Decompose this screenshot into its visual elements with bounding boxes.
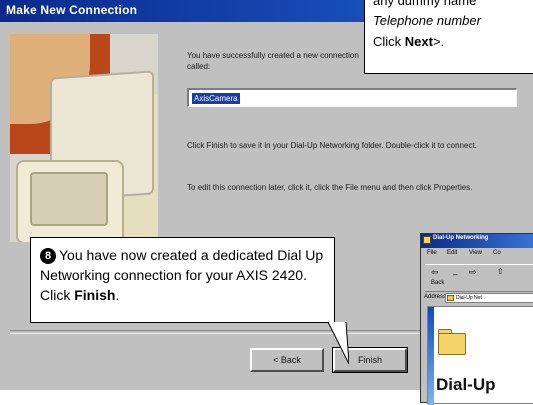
monitor-screen (30, 172, 108, 226)
dun-folder-view: Dial-Up (427, 306, 533, 405)
address-value: Dial-Up Net (456, 295, 482, 301)
button-separator (10, 330, 420, 334)
address-input[interactable]: Dial-Up Net (445, 293, 533, 303)
wizard-illustration (10, 34, 158, 242)
success-text: You have successfully created a new conn… (187, 51, 359, 71)
edit-hint-text: To edit this connection later, click it,… (187, 183, 473, 192)
dun-address-bar: Address Dial-Up Net (423, 292, 533, 304)
line3-prefix: Click (373, 34, 405, 49)
callout-pointer (327, 322, 349, 365)
forward-arrow-icon[interactable]: ⇨ (469, 267, 477, 278)
menu-edit[interactable]: Edit (447, 250, 457, 256)
connection-name-value: AxisCamera (192, 93, 240, 104)
top-instruction-line1: any dummy name (373, 0, 477, 8)
line3-suffix: >. (432, 34, 445, 49)
menu-connections[interactable]: Co (493, 250, 501, 256)
dun-menubar: File Edit View Co (421, 248, 533, 262)
connection-name-field[interactable]: AxisCamera (187, 88, 517, 107)
line3-next: Next (404, 34, 433, 49)
dial-up-networking-window: Dial-Up Networking File Edit View Co ⇦ B… (420, 233, 533, 405)
dun-titlebar: Dial-Up Networking (421, 234, 533, 248)
menu-view[interactable]: View (469, 250, 482, 256)
step-callout: 8 You have now created a dedicated Dial U… (30, 237, 335, 323)
menu-file[interactable]: File (427, 250, 437, 256)
dun-big-label: Dial-Up (436, 375, 496, 394)
dun-title: Dial-Up Networking (433, 235, 489, 241)
webview-gradient (428, 307, 434, 405)
monitor-illustration-front (16, 160, 124, 242)
back-button[interactable]: < Back (250, 348, 324, 372)
folder-small-icon (447, 295, 454, 301)
folder-icon (438, 333, 466, 355)
back-arrow-icon[interactable]: ⇦ (431, 267, 439, 278)
toolbar-separator-dash: – (453, 270, 458, 279)
step-number-badge: 8 (40, 248, 56, 264)
top-instruction-line3: Click Next>. (373, 34, 444, 49)
address-label: Address (424, 294, 447, 300)
dial-up-networking-icon (423, 236, 431, 244)
toolbar-back-label: Back (431, 280, 445, 286)
dun-toolbar: ⇦ Back – ⇨ ⇧ (425, 264, 533, 292)
callout-suffix: . (115, 287, 120, 303)
finish-hint-text: Click Finish to save it in your Dial-Up … (187, 141, 477, 150)
top-instruction-box: any dummy name Telephone number Click Ne… (364, 0, 533, 74)
top-instruction-line2: Telephone number (373, 13, 481, 28)
callout-finish-bold: Finish (74, 287, 116, 303)
dialog-title: Make New Connection (6, 3, 138, 17)
up-folder-icon[interactable]: ⇧ (497, 267, 504, 276)
